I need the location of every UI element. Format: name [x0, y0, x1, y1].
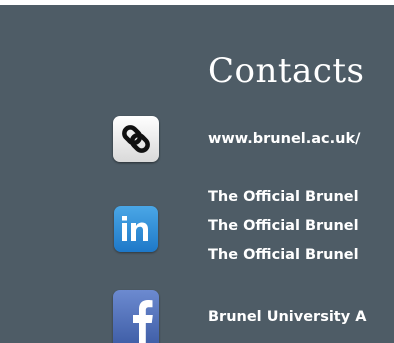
linkedin-link-2[interactable]: The Official Brunel — [208, 216, 359, 236]
page-title: Contacts — [208, 51, 365, 91]
facebook-icon[interactable] — [113, 290, 159, 343]
linkedin-link-3[interactable]: The Official Brunel — [208, 245, 359, 265]
linkedin-icon[interactable] — [114, 206, 158, 252]
facebook-link[interactable]: Brunel University A — [208, 307, 366, 327]
website-link[interactable]: www.brunel.ac.uk/ — [208, 129, 360, 149]
link-chain-icon[interactable] — [113, 116, 159, 162]
linkedin-link-1[interactable]: The Official Brunel — [208, 187, 359, 207]
contacts-panel: Contacts www.brunel.ac.uk/ The Official … — [0, 5, 394, 343]
